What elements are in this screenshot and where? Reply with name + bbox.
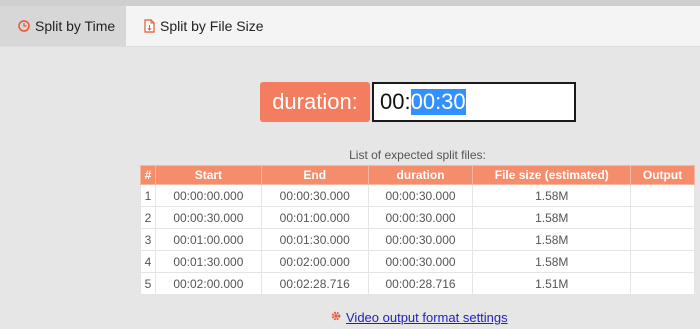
table-cell: 00:00:30.000 bbox=[367, 206, 474, 229]
column-header: Output bbox=[630, 165, 695, 185]
column-header: End bbox=[260, 165, 369, 185]
table-cell: 00:00:30.000 bbox=[367, 228, 474, 251]
table-cell bbox=[630, 228, 695, 251]
table-cell: 00:02:28.716 bbox=[260, 272, 369, 295]
table-cell: 1 bbox=[140, 184, 156, 207]
table-cell: 2 bbox=[140, 206, 156, 229]
video-output-format-settings-link[interactable]: Video output format settings bbox=[346, 310, 508, 325]
table-row: 5 00:02:00.000 00:02:28.716 00:00:28.716… bbox=[140, 272, 695, 295]
table-cell: 1.58M bbox=[472, 184, 632, 207]
split-list-caption: List of expected split files: bbox=[349, 148, 486, 162]
table-cell bbox=[630, 272, 695, 295]
main-panel: duration: 00: 00:30 List of expected spli… bbox=[0, 47, 700, 329]
table-cell: 00:00:28.716 bbox=[367, 272, 474, 295]
gear-icon bbox=[330, 310, 342, 325]
table-cell: 1.58M bbox=[472, 228, 632, 251]
clock-icon bbox=[18, 20, 30, 32]
column-header: # bbox=[140, 165, 156, 185]
table-cell: 00:01:00.000 bbox=[260, 206, 369, 229]
table-cell: 4 bbox=[140, 250, 156, 273]
table-cell: 1.58M bbox=[472, 206, 632, 229]
table-cell bbox=[630, 206, 695, 229]
table-cell bbox=[630, 250, 695, 273]
table-cell: 00:00:30.000 bbox=[367, 184, 474, 207]
table-cell: 00:02:00.000 bbox=[260, 250, 369, 273]
table-header-row: # Start End duration File size (estimate… bbox=[140, 165, 695, 185]
column-header: File size (estimated) bbox=[472, 165, 632, 185]
table-cell: 00:00:30.000 bbox=[260, 184, 369, 207]
table-cell bbox=[630, 184, 695, 207]
duration-input[interactable]: 00: 00:30 bbox=[372, 82, 576, 122]
table-row: 4 00:01:30.000 00:02:00.000 00:00:30.000… bbox=[140, 250, 695, 273]
tab-label: Split by File Size bbox=[160, 18, 264, 34]
column-header: Start bbox=[154, 165, 262, 185]
table-cell: 00:01:30.000 bbox=[154, 250, 262, 273]
table-cell: 00:00:30.000 bbox=[367, 250, 474, 273]
tab-bar: Split by Time Split by File Size bbox=[0, 6, 700, 47]
tab-split-by-time[interactable]: Split by Time bbox=[0, 6, 126, 46]
table-cell: 00:00:30.000 bbox=[154, 206, 262, 229]
table-cell: 3 bbox=[140, 228, 156, 251]
table-cell: 1.51M bbox=[472, 272, 632, 295]
table-cell: 00:00:00.000 bbox=[154, 184, 262, 207]
file-icon bbox=[144, 19, 155, 33]
tab-label: Split by Time bbox=[35, 18, 116, 34]
output-settings-link-row: Video output format settings bbox=[330, 310, 508, 325]
table-row: 3 00:01:00.000 00:01:30.000 00:00:30.000… bbox=[140, 228, 695, 251]
table-row: 1 00:00:00.000 00:00:30.000 00:00:30.000… bbox=[140, 184, 695, 207]
table-cell: 1.58M bbox=[472, 250, 632, 273]
table-cell: 5 bbox=[140, 272, 156, 295]
table-cell: 00:01:00.000 bbox=[154, 228, 262, 251]
tab-split-by-file-size[interactable]: Split by File Size bbox=[126, 6, 296, 46]
split-files-table: # Start End duration File size (estimate… bbox=[140, 165, 695, 295]
table-row: 2 00:00:30.000 00:01:00.000 00:00:30.000… bbox=[140, 206, 695, 229]
table-cell: 00:01:30.000 bbox=[260, 228, 369, 251]
column-header: duration bbox=[367, 165, 474, 185]
duration-label: duration: bbox=[260, 82, 370, 122]
duration-value-selected: 00:30 bbox=[410, 89, 466, 115]
duration-value-prefix: 00: bbox=[380, 89, 411, 114]
table-cell: 00:02:00.000 bbox=[154, 272, 262, 295]
